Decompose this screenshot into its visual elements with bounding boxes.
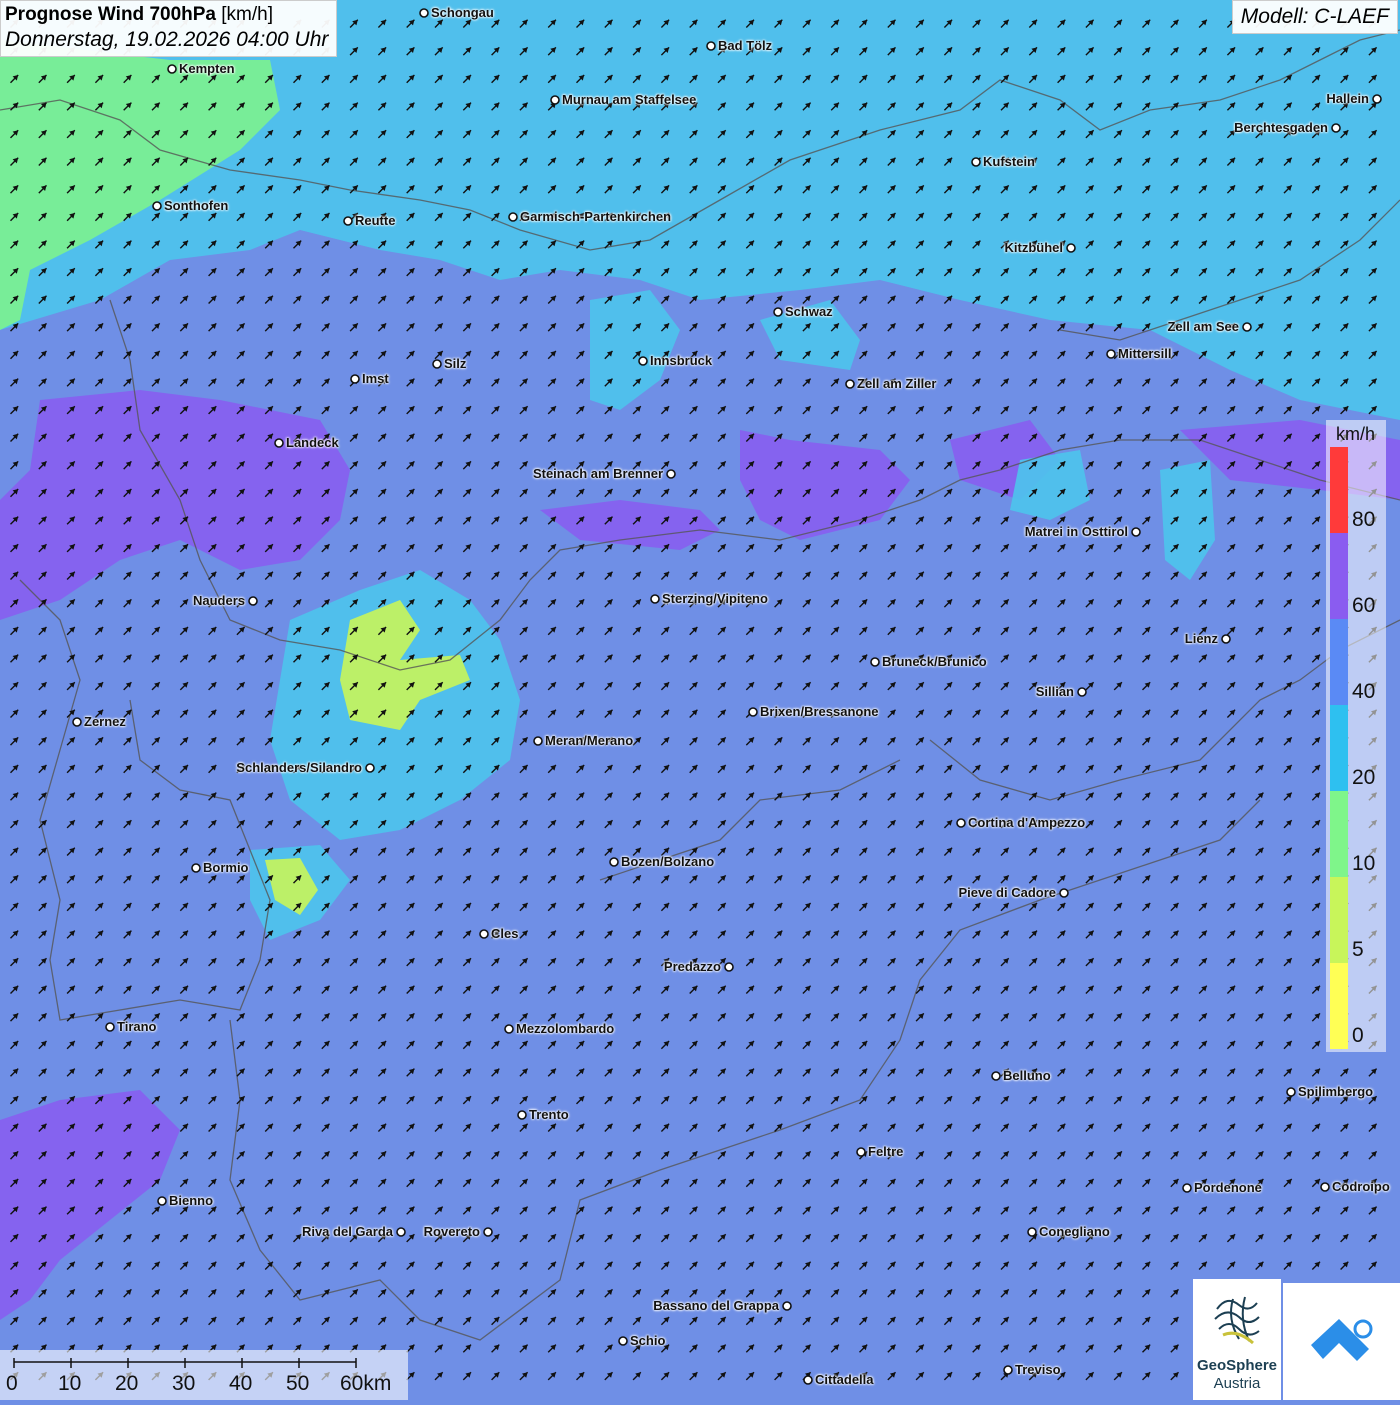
city-marker [1321,1183,1329,1191]
city-marker [1028,1228,1036,1236]
city-label: Berchtesgaden [1234,121,1328,135]
city-label: Sonthofen [164,199,228,213]
city-label: Garmisch-Partenkirchen [520,210,671,224]
city-label: Schwaz [785,305,833,319]
city-marker [992,1072,1000,1080]
city-marker [651,595,659,603]
city-label: Reutte [355,214,395,228]
city-marker [480,930,488,938]
city-marker [639,357,647,365]
city-marker [366,764,374,772]
city-marker [249,597,257,605]
city-marker [619,1337,627,1345]
city-marker [871,658,879,666]
city-marker [667,470,675,478]
city-label: Mittersill [1118,347,1171,361]
city-label: Innsbruck [650,354,712,368]
city-marker [1132,528,1140,536]
city-label: Imst [362,372,389,386]
city-marker [534,737,542,745]
map-title: Prognose Wind 700hPa [km/h] [5,4,328,26]
city-marker [551,96,559,104]
city-label: Hallein [1326,92,1369,106]
city-marker [846,380,854,388]
city-marker [1183,1184,1191,1192]
city-label: Kitzbühel [1005,241,1064,255]
city-marker [168,65,176,73]
city-marker [158,1197,166,1205]
city-marker [1107,350,1115,358]
city-marker [1373,95,1381,103]
city-marker [1060,889,1068,897]
city-marker [1067,244,1075,252]
city-marker [857,1148,865,1156]
city-marker [749,708,757,716]
city-label: Landeck [286,436,339,450]
city-marker [783,1302,791,1310]
city-marker [610,858,618,866]
city-marker [1222,635,1230,643]
city-marker [972,158,980,166]
city-marker [1004,1366,1012,1374]
city-marker [351,375,359,383]
title-box: Prognose Wind 700hPa [km/h] Donnerstag, … [0,0,337,57]
map-title-main: Prognose Wind 700hPa [5,4,216,25]
city-marker [433,360,441,368]
city-marker [957,819,965,827]
city-label: Bad Tölz [718,39,772,53]
city-marker [106,1023,114,1031]
city-marker [1287,1088,1295,1096]
city-label: Steinach am Brenner [533,467,663,481]
city-marker [725,963,733,971]
city-marker [707,42,715,50]
city-label: Schongau [431,6,494,20]
city-label: Zell am See [1167,320,1239,334]
city-label: Nauders [193,594,245,608]
city-marker [1332,124,1340,132]
city-marker [774,308,782,316]
city-marker [397,1228,405,1236]
city-label: Silz [444,357,466,371]
city-label: Zell am Ziller [857,377,936,391]
city-marker [73,718,81,726]
city-marker [505,1025,513,1033]
city-marker [484,1228,492,1236]
city-marker [1243,323,1251,331]
city-marker [1078,688,1086,696]
city-label: Murnau am Staffelsee [562,93,696,107]
city-marker [275,439,283,447]
city-marker [804,1376,812,1384]
map-subtitle: Donnerstag, 19.02.2026 04:00 Uhr [5,28,328,52]
city-marker [153,202,161,210]
city-label: Matrei in Osttirol [1025,525,1128,539]
model-label: Modell: C-LAEF [1232,0,1398,34]
city-marker [518,1111,526,1119]
city-marker [192,864,200,872]
city-label: Kufstein [983,155,1035,169]
city-marker [509,213,517,221]
map-title-unit: [km/h] [216,4,273,25]
city-marker [344,217,352,225]
city-marker [420,9,428,17]
city-label: Kempten [179,62,235,76]
